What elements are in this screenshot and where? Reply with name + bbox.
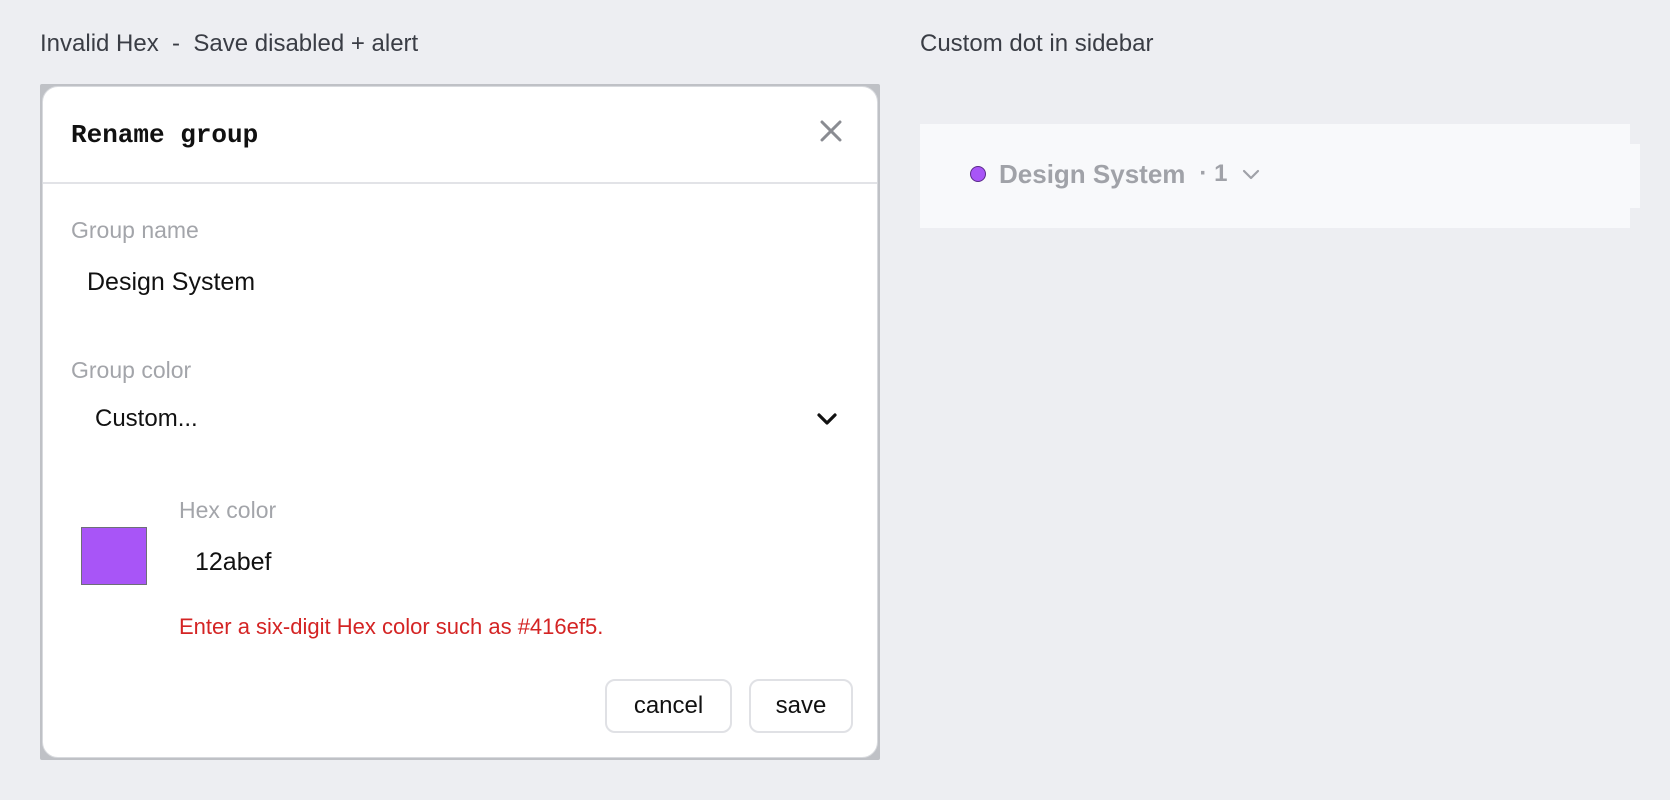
group-color-dot (970, 166, 986, 182)
chevron-down-icon (1243, 169, 1260, 180)
hex-color-label: Hex color (179, 497, 277, 523)
group-color-selected-value: Custom... (95, 405, 198, 432)
dialog-frame: Rename group Group name Group color Cust… (40, 84, 880, 760)
sidebar-group-count: · 1 (1199, 160, 1228, 187)
sidebar-preview: Design System · 1 (920, 124, 1640, 228)
caption-sidebar-preview: Custom dot in sidebar (920, 30, 1154, 57)
color-swatch[interactable] (81, 527, 147, 585)
group-color-label: Group color (71, 357, 192, 383)
dialog-header: Rename group (43, 87, 877, 184)
sidebar-group-name: Design System (999, 158, 1186, 189)
hex-error-alert: Enter a six-digit Hex color such as #416… (179, 614, 604, 639)
group-name-input[interactable] (71, 257, 831, 307)
hex-color-input[interactable] (179, 537, 819, 587)
save-button[interactable]: save (749, 679, 853, 733)
group-color-select[interactable]: Custom... (71, 391, 855, 447)
close-button[interactable] (813, 113, 849, 149)
dialog-title: Rename group (71, 120, 259, 150)
sidebar-group-item[interactable]: Design System · 1 (970, 154, 1261, 194)
rename-group-dialog: Rename group Group name Group color Cust… (42, 86, 878, 758)
group-name-label: Group name (71, 217, 199, 243)
caption-invalid-hex: Invalid Hex - Save disabled + alert (40, 30, 419, 57)
cancel-button[interactable]: cancel (605, 679, 732, 733)
close-icon (820, 120, 842, 142)
chevron-down-icon (817, 413, 837, 425)
group-expand-toggle[interactable] (1241, 164, 1261, 184)
